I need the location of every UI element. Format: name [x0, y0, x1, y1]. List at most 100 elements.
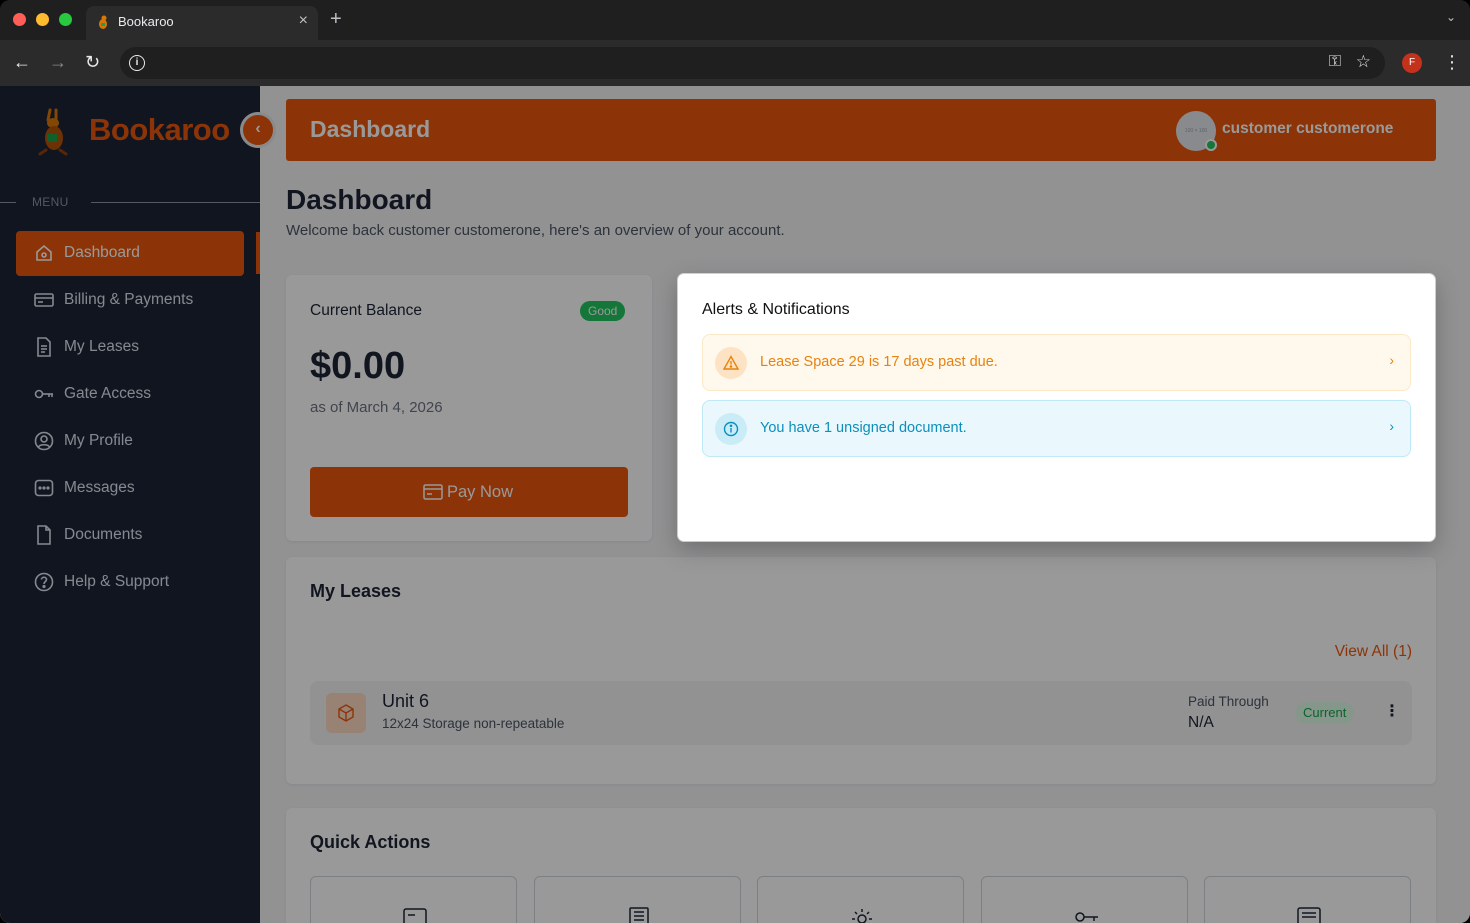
- sidebar-item-label: Gate Access: [64, 385, 152, 402]
- online-status-dot: [1205, 139, 1217, 151]
- top-header: Dashboard 100 × 100 customer customerone: [286, 99, 1436, 161]
- credit-card-icon: [423, 484, 443, 500]
- sidebar-item-help[interactable]: Help & Support: [16, 560, 244, 605]
- tab-title: Bookaroo: [118, 14, 174, 29]
- section-title: Quick Actions: [310, 832, 431, 852]
- browser-menu-icon[interactable]: ⋮: [1443, 52, 1461, 72]
- lease-row[interactable]: Unit 6 12x24 Storage non-repeatable Paid…: [310, 681, 1412, 745]
- browser-toolbar: ← → ↻ i ⚿ ☆ F ⋮: [0, 40, 1470, 86]
- alerts-card: Alerts & Notifications Lease Space 29 is…: [678, 274, 1435, 541]
- alert-past-due[interactable]: Lease Space 29 is 17 days past due. ›: [702, 334, 1411, 391]
- user-circle-icon: [34, 431, 54, 451]
- alert-unsigned-document[interactable]: You have 1 unsigned document. ›: [702, 400, 1411, 457]
- status-badge: Good: [580, 301, 626, 321]
- collapse-sidebar-button[interactable]: ‹: [240, 112, 276, 148]
- sidebar-item-label: Messages: [64, 479, 135, 496]
- back-arrow-icon[interactable]: ←: [13, 52, 31, 72]
- sidebar-item-dashboard[interactable]: Dashboard: [16, 231, 244, 276]
- message-icon: [1297, 907, 1321, 923]
- quick-action-tile[interactable]: [534, 876, 741, 923]
- menu-divider: [0, 202, 16, 203]
- receipt-icon: [629, 907, 649, 923]
- sidebar-item-messages[interactable]: Messages: [16, 466, 244, 511]
- app-logo-text[interactable]: Bookaroo: [89, 112, 230, 148]
- box-icon: [338, 704, 354, 722]
- paid-through-value: N/A: [1188, 714, 1214, 731]
- sidebar-item-label: Billing & Payments: [64, 291, 194, 308]
- menu-section-label: MENU: [32, 195, 69, 209]
- sidebar-item-profile[interactable]: My Profile: [16, 419, 244, 464]
- menu-divider: [91, 202, 260, 203]
- tab-search-icon[interactable]: ⌄: [1446, 10, 1456, 24]
- minimize-window-button[interactable]: [36, 13, 49, 26]
- balance-amount: $0.00: [310, 345, 406, 387]
- user-name[interactable]: customer customerone: [1222, 120, 1393, 138]
- browser-profile-avatar[interactable]: F: [1402, 53, 1422, 73]
- page-title: Dashboard: [286, 184, 433, 215]
- lease-status-badge: Current: [1295, 702, 1355, 724]
- leases-card: My Leases View All (1) Unit 6 12x24 Stor…: [286, 557, 1436, 784]
- password-key-icon[interactable]: ⚿: [1329, 53, 1341, 71]
- view-all-link[interactable]: View All (1): [1335, 643, 1412, 661]
- gear-icon: [852, 909, 872, 923]
- card-icon: [403, 908, 427, 923]
- lease-icon-box: [326, 693, 366, 733]
- sidebar-item-gate-access[interactable]: Gate Access: [16, 372, 244, 417]
- help-circle-icon: [34, 572, 54, 592]
- new-tab-icon[interactable]: +: [330, 8, 342, 31]
- warning-triangle-icon: [723, 355, 739, 370]
- credit-card-icon: [34, 293, 54, 307]
- forward-arrow-icon[interactable]: →: [49, 52, 67, 72]
- chevron-right-icon: ›: [1389, 418, 1394, 434]
- home-icon: [36, 244, 52, 261]
- sidebar-item-billing[interactable]: Billing & Payments: [16, 278, 244, 323]
- quick-action-tile[interactable]: [757, 876, 964, 923]
- active-indicator: [256, 232, 260, 274]
- lease-unit-description: 12x24 Storage non-repeatable: [382, 716, 565, 731]
- document-list-icon: [37, 337, 51, 357]
- chevron-right-icon: ›: [1389, 352, 1394, 368]
- tab-close-icon[interactable]: ×: [299, 12, 308, 30]
- more-options-icon[interactable]: ⋮: [1384, 701, 1400, 721]
- sidebar-item-label: Help & Support: [64, 573, 170, 590]
- sidebar-item-label: Dashboard: [64, 244, 140, 261]
- sidebar-item-label: My Profile: [64, 432, 133, 449]
- browser-window: Bookaroo × + ⌄ ← → ↻ i ⚿ ☆ F ⋮ Bookaroo …: [0, 0, 1470, 923]
- alert-text: You have 1 unsigned document.: [760, 420, 967, 436]
- balance-card: Current Balance Good $0.00 as of March 4…: [286, 275, 652, 541]
- sidebar: Bookaroo MENU Dashboard Billing & Paymen…: [0, 86, 260, 923]
- header-title: Dashboard: [310, 116, 431, 142]
- quick-action-tile[interactable]: [310, 876, 517, 923]
- browser-tabbar: Bookaroo × + ⌄: [0, 0, 1470, 40]
- quick-action-tile[interactable]: [981, 876, 1188, 923]
- reload-icon[interactable]: ↻: [85, 52, 100, 72]
- balance-date: as of March 4, 2026: [310, 399, 443, 416]
- key-icon: [34, 389, 53, 399]
- quick-action-tile[interactable]: [1204, 876, 1411, 923]
- bookmark-star-icon[interactable]: ☆: [1356, 52, 1371, 72]
- alert-text: Lease Space 29 is 17 days past due.: [760, 354, 998, 370]
- browser-tab[interactable]: Bookaroo ×: [86, 6, 318, 40]
- pay-now-button[interactable]: Pay Now: [310, 467, 628, 517]
- paid-through-label: Paid Through: [1188, 694, 1269, 709]
- alert-icon-wrap: [715, 413, 747, 445]
- address-bar[interactable]: i ⚿ ☆: [120, 47, 1385, 79]
- file-icon: [37, 525, 51, 545]
- maximize-window-button[interactable]: [59, 13, 72, 26]
- alert-icon-wrap: [715, 347, 747, 379]
- kangaroo-favicon-icon: [99, 15, 107, 29]
- balance-label: Current Balance: [310, 302, 423, 319]
- chevron-left-icon: ‹: [243, 115, 273, 145]
- quick-actions-card: Quick Actions: [286, 808, 1436, 923]
- sidebar-item-label: Documents: [64, 526, 143, 543]
- lease-unit-name: Unit 6: [382, 691, 430, 711]
- site-info-icon[interactable]: i: [129, 55, 145, 71]
- page-viewport: Bookaroo MENU Dashboard Billing & Paymen…: [0, 86, 1470, 923]
- pay-now-label: Pay Now: [447, 483, 514, 501]
- close-window-button[interactable]: [13, 13, 26, 26]
- sidebar-item-label: My Leases: [64, 338, 139, 355]
- sidebar-item-documents[interactable]: Documents: [16, 513, 244, 558]
- sidebar-item-leases[interactable]: My Leases: [16, 325, 244, 370]
- key-icon: [1075, 912, 1098, 922]
- kangaroo-logo-icon: [38, 108, 68, 156]
